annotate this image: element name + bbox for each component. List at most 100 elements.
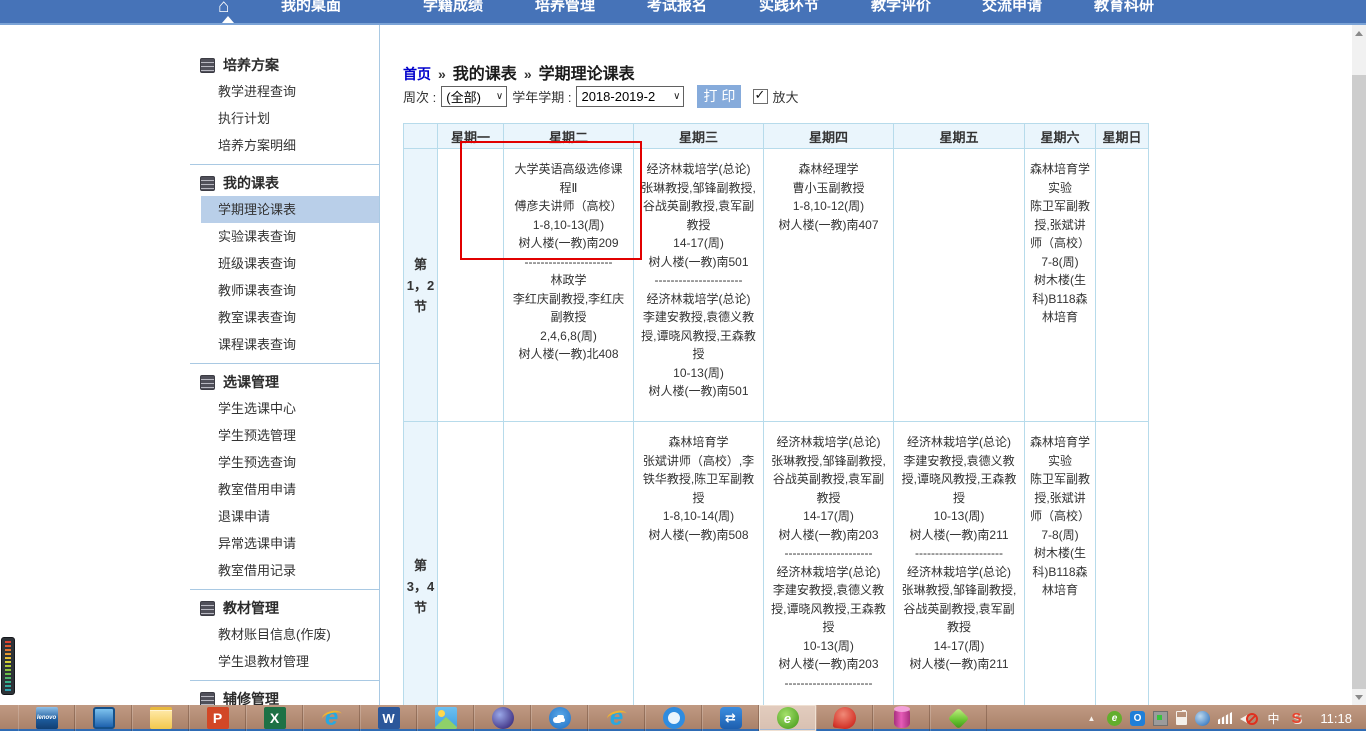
database-app-icon	[894, 708, 910, 728]
sidebar-section-title: 我的课表	[223, 173, 279, 193]
word-button[interactable]: W	[360, 705, 417, 731]
wireless-display-button[interactable]	[75, 705, 132, 731]
sidebar-item[interactable]: 教学进程查询	[201, 78, 379, 105]
course-block: 经济林栽培学(总论)张琳教授,邹锋副教授,谷战英副教授,袁军副教授14-17(周…	[899, 563, 1019, 674]
browser-360-icon: e	[777, 707, 799, 729]
sidebar-item[interactable]: 班级课表查询	[201, 250, 379, 277]
schedule-cell	[438, 422, 504, 731]
sidebar-item[interactable]: 教室借用申请	[201, 476, 379, 503]
sidebar-item[interactable]: 课程课表查询	[201, 331, 379, 358]
sidebar-item[interactable]: 异常选课申请	[201, 530, 379, 557]
powerpoint-icon: P	[207, 707, 229, 729]
nav-tab-2[interactable]: 学籍成绩	[393, 0, 513, 15]
tray-360-icon[interactable]: e	[1107, 711, 1122, 726]
week-select-value: (全部)	[446, 87, 481, 106]
schedule-cell	[1096, 422, 1149, 731]
sidebar-section-header: 培养方案	[200, 52, 379, 78]
powerpoint-button[interactable]: P	[189, 705, 246, 731]
corner-header-cell	[404, 124, 438, 149]
breadcrumb-item-current: 学期理论课表	[539, 60, 635, 84]
course-block: 林政学李红庆副教授,李红庆副教授2,4,6,8(周)树人楼(一教)北408	[509, 271, 628, 364]
sidebar-section-divider	[190, 680, 379, 681]
tray-blue-o-icon[interactable]: O	[1130, 711, 1145, 726]
tray-ime-icon[interactable]: 中	[1266, 711, 1281, 726]
course-block: 经济林栽培学(总论)李建安教授,袁德义教授,谭晓风教授,王森教授10-13(周)…	[899, 433, 1019, 544]
zoom-checkbox[interactable]	[753, 89, 768, 104]
notebook-icon	[200, 601, 215, 616]
sidebar-item[interactable]: 教室借用记录	[201, 557, 379, 584]
term-select[interactable]: 2018-2019-2 ∨	[576, 86, 684, 107]
print-button[interactable]: 打 印	[697, 85, 741, 108]
nav-tab-5[interactable]: 实践环节	[729, 0, 849, 15]
cloud-app-icon	[549, 707, 571, 729]
tray-sogou-icon[interactable]: S	[1289, 711, 1304, 726]
course-separator: ----------------------	[639, 271, 758, 290]
nav-tab-8[interactable]: 教育科研	[1064, 0, 1184, 15]
course-separator: ----------------------	[769, 674, 888, 693]
word-icon: W	[378, 707, 400, 729]
tray-expand-icon[interactable]: ▲	[1084, 711, 1099, 726]
vertical-scrollbar[interactable]	[1352, 25, 1366, 706]
day-header: 星期日	[1096, 124, 1149, 149]
day-header: 星期四	[764, 124, 894, 149]
database-app-button[interactable]	[873, 705, 930, 731]
browser-360-button[interactable]: e	[759, 705, 816, 731]
sidebar-item[interactable]: 学生退教材管理	[201, 648, 379, 675]
tray-signal-icon[interactable]	[1218, 712, 1232, 724]
sidebar-item[interactable]: 学期理论课表	[201, 196, 379, 223]
sidebar-item[interactable]: 培养方案明细	[201, 132, 379, 159]
red-media-app-button[interactable]	[816, 705, 873, 731]
sidebar-section-title: 选课管理	[223, 372, 279, 392]
period-label: 第1，2节	[404, 149, 438, 422]
sidebar-item[interactable]: 实验课表查询	[201, 223, 379, 250]
qq-browser-icon	[663, 707, 685, 729]
schedule-cell: 经济林栽培学(总论)张琳教授,邹锋副教授,谷战英副教授,袁军副教授14-17(周…	[764, 422, 894, 731]
media-app-button[interactable]	[474, 705, 531, 731]
scrollbar-down-arrow-icon[interactable]	[1352, 689, 1366, 706]
file-explorer-button[interactable]	[132, 705, 189, 731]
tray-volume-muted-icon[interactable]	[1240, 711, 1258, 726]
dropdown-arrow-icon: ∨	[673, 91, 680, 102]
photos-button[interactable]	[417, 705, 474, 731]
teamviewer-icon: ⇄	[720, 707, 742, 729]
tray-battery-icon[interactable]	[1176, 711, 1187, 725]
nav-home-tab[interactable]: ⌂	[218, 0, 229, 17]
excel-button[interactable]: X	[246, 705, 303, 731]
screen: ⌂ 我的桌面学籍成绩培养管理考试报名实践环节教学评价交流申请教育科研 培养方案教…	[0, 0, 1366, 731]
nav-tab-1[interactable]: 我的桌面	[251, 0, 371, 15]
schedule-cell: 森林培育学实验陈卫军副教授,张斌讲师（高校）7-8(周)树木楼(生科)B118森…	[1025, 422, 1096, 731]
sidebar-item[interactable]: 教师课表查询	[201, 277, 379, 304]
sidebar-item[interactable]: 学生选课中心	[201, 395, 379, 422]
breadcrumb-separator: »	[524, 66, 532, 82]
red-media-app-icon	[832, 706, 857, 731]
course-block: 森林培育学张斌讲师（高校）,李铁华教授,陈卫军副教授1-8,10-14(周)树人…	[639, 433, 758, 544]
tray-network-icon[interactable]	[1195, 711, 1210, 726]
nav-tab-6[interactable]: 教学评价	[841, 0, 961, 15]
course-block: 经济林栽培学(总论)张琳教授,邹锋副教授,谷战英副教授,袁军副教授14-17(周…	[769, 433, 888, 544]
nav-tab-3[interactable]: 培养管理	[505, 0, 625, 15]
internet-explorer-2-button[interactable]: e	[588, 705, 645, 731]
week-select[interactable]: (全部) ∨	[441, 86, 507, 107]
qq-browser-button[interactable]	[645, 705, 702, 731]
sidebar-item[interactable]: 执行计划	[201, 105, 379, 132]
teamviewer-button[interactable]: ⇄	[702, 705, 759, 731]
internet-explorer-button[interactable]: e	[303, 705, 360, 731]
sidebar-item[interactable]: 学生预选查询	[201, 449, 379, 476]
scrollbar-up-arrow-icon[interactable]	[1352, 25, 1366, 42]
internet-explorer-icon: e	[321, 707, 343, 729]
sidebar-item[interactable]: 学生预选管理	[201, 422, 379, 449]
term-filter-label: 学年学期 :	[512, 87, 571, 106]
lenovo-button[interactable]: lenovo	[18, 705, 75, 731]
nav-tab-4[interactable]: 考试报名	[617, 0, 737, 15]
cloud-app-button[interactable]	[531, 705, 588, 731]
green-gem-app-button[interactable]	[930, 705, 987, 731]
scrollbar-thumb[interactable]	[1352, 75, 1366, 692]
timetable-row: 第3，4节森林培育学张斌讲师（高校）,李铁华教授,陈卫军副教授1-8,10-14…	[404, 422, 1149, 731]
breadcrumb-home-link[interactable]: 首页	[403, 64, 431, 84]
sidebar-item[interactable]: 教材账目信息(作废)	[201, 621, 379, 648]
tray-display-icon[interactable]	[1153, 711, 1168, 726]
sidebar-item[interactable]: 教室课表查询	[201, 304, 379, 331]
course-block: 经济林栽培学(总论)李建安教授,袁德义教授,谭晓风教授,王森教授10-13(周)…	[769, 563, 888, 674]
nav-tab-7[interactable]: 交流申请	[952, 0, 1072, 15]
sidebar-item[interactable]: 退课申请	[201, 503, 379, 530]
